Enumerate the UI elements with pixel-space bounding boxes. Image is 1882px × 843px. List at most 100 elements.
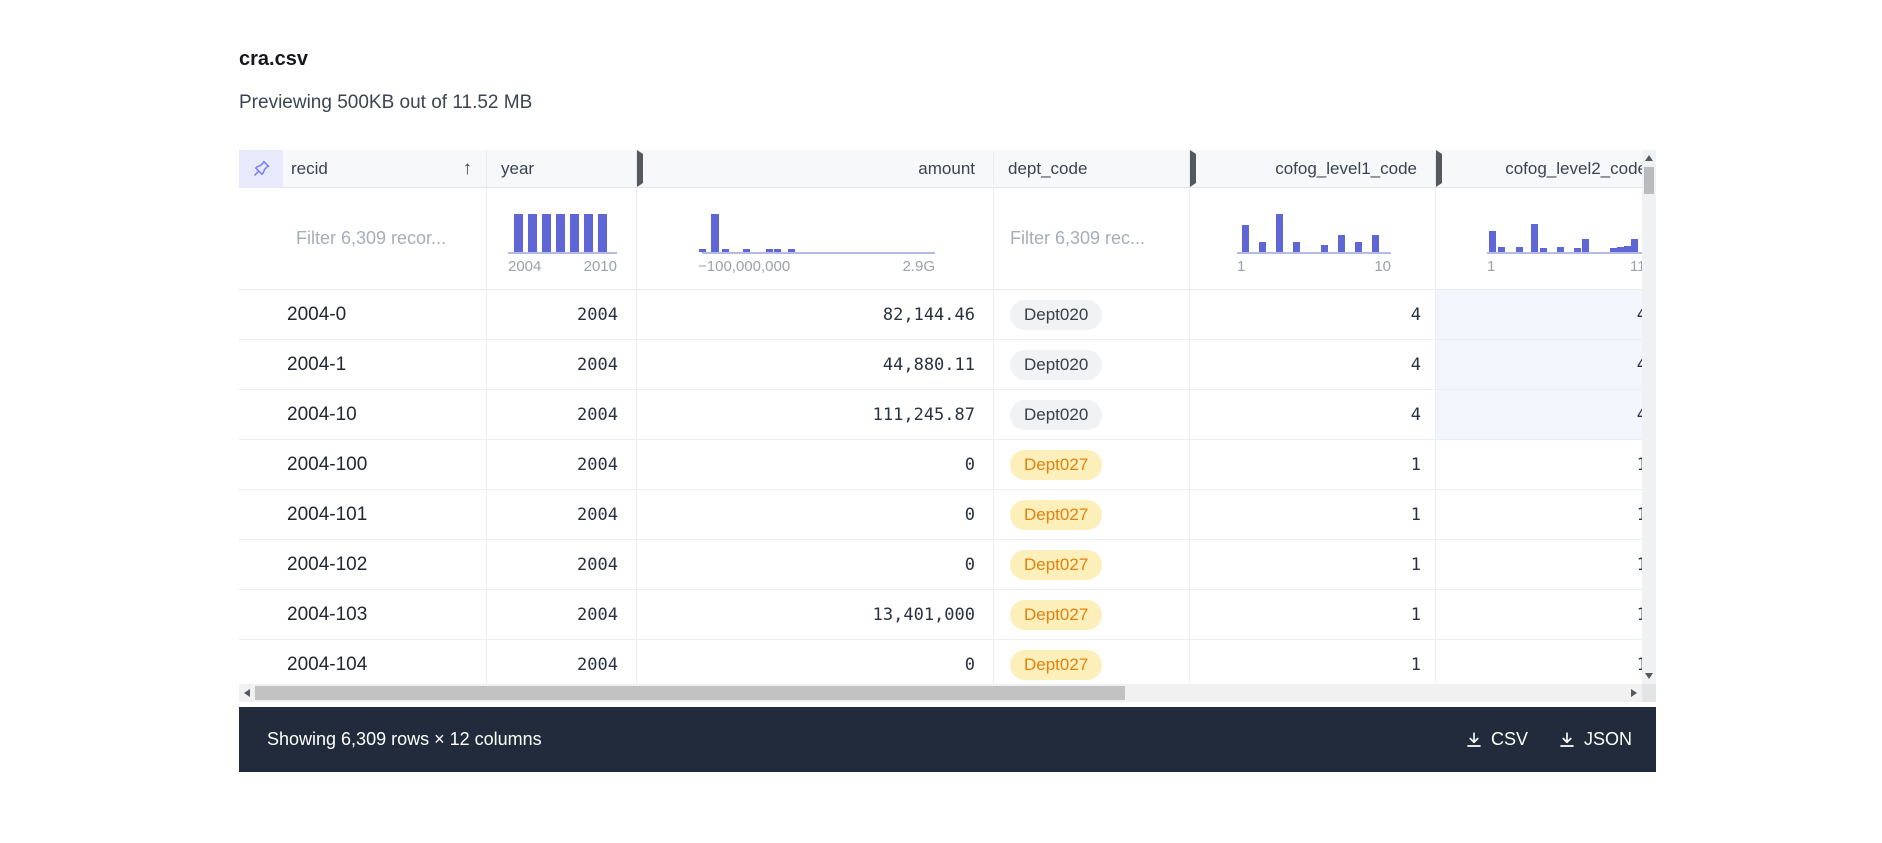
csv-preview-app: cra.csv Previewing 500KB out of 11.52 MB… [0,0,1882,843]
cell-recid: 2004-10 [239,390,487,439]
row-column-count: Showing 6,309 rows × 12 columns [267,729,1435,750]
download-icon [1558,731,1576,749]
cell-cofog-level2-code: 4 [1436,340,1656,389]
cell-recid: 2004-1 [239,340,487,389]
pin-icon[interactable] [239,150,283,188]
table-body: 2004-0 2004 82,144.46 Dept020 4 4 2004-1… [239,290,1656,690]
dept-code-badge: Dept027 [1010,550,1102,580]
column-header-recid[interactable]: recid ↑ [239,150,487,187]
cell-dept-code: Dept027 [994,640,1190,689]
cofog-level1-histogram[interactable]: 110 [1190,188,1435,289]
filter-cell-cofog-level2: 111 [1436,188,1656,289]
column-label: recid [291,159,463,179]
cell-recid: 2004-0 [239,290,487,339]
cell-cofog-level2-code: 1 [1436,640,1656,689]
cell-year: 2004 [487,490,637,539]
amount-histogram[interactable]: −100,000,0002.9G [637,188,993,289]
cell-cofog-level1-code: 1 [1190,590,1436,639]
dept-code-badge: Dept027 [1010,600,1102,630]
column-header-year[interactable]: year [487,150,637,187]
column-header-cofog-level1-code[interactable]: cofog_level1_code [1190,150,1436,187]
column-header-cofog-level2-code[interactable]: cofog_level2_code [1436,150,1656,187]
filter-cell-year: 20042010 [487,188,637,289]
data-table: recid ↑ year amount dept_code cofog_leve… [239,150,1656,702]
cell-recid: 2004-101 [239,490,487,539]
column-label: cofog_level1_code [1275,159,1417,179]
recid-filter-input[interactable] [239,188,486,289]
cell-amount: 0 [637,640,994,689]
sort-ascending-icon[interactable]: ↑ [463,158,473,180]
filter-cell-cofog-level1: 110 [1190,188,1436,289]
year-histogram[interactable]: 20042010 [487,188,636,289]
filter-cell-recid [239,188,487,289]
vertical-scrollbar[interactable] [1642,150,1656,684]
filter-cell-dept-code [994,188,1190,289]
cell-cofog-level2-code: 1 [1436,540,1656,589]
cell-dept-code: Dept027 [994,440,1190,489]
cell-amount: 0 [637,440,994,489]
cell-cofog-level1-code: 1 [1190,490,1436,539]
cell-dept-code: Dept020 [994,290,1190,339]
cell-dept-code: Dept027 [994,490,1190,539]
table-row: 2004-102 2004 0 Dept027 1 1 [239,540,1656,590]
scrollbar-corner [1642,684,1656,702]
file-title: cra.csv [239,48,308,71]
cell-cofog-level2-code: 1 [1436,590,1656,639]
table-row: 2004-101 2004 0 Dept027 1 1 [239,490,1656,540]
cell-recid: 2004-102 [239,540,487,589]
dept-code-badge: Dept027 [1010,650,1102,680]
cell-cofog-level2-code: 4 [1436,390,1656,439]
cell-amount: 13,401,000 [637,590,994,639]
scroll-down-arrow-icon[interactable] [1645,673,1653,679]
cell-recid: 2004-103 [239,590,487,639]
cell-cofog-level2-code: 1 [1436,490,1656,539]
cell-dept-code: Dept027 [994,590,1190,639]
column-header-amount[interactable]: amount [637,150,994,187]
dept-code-badge: Dept020 [1010,300,1102,330]
vertical-scrollbar-thumb[interactable] [1644,167,1654,194]
cell-cofog-level1-code: 4 [1190,390,1436,439]
scroll-right-arrow-icon[interactable] [1631,689,1637,697]
dept-code-badge: Dept020 [1010,350,1102,380]
scroll-up-arrow-icon[interactable] [1645,155,1653,161]
cell-year: 2004 [487,640,637,689]
cell-amount: 44,880.11 [637,340,994,389]
preview-size-info: Previewing 500KB out of 11.52 MB [239,92,532,114]
dept-code-badge: Dept020 [1010,400,1102,430]
cell-dept-code: Dept027 [994,540,1190,589]
column-label: cofog_level2_code [1505,159,1647,179]
dept-code-badge: Dept027 [1010,500,1102,530]
horizontal-scrollbar[interactable] [239,684,1642,702]
cell-year: 2004 [487,340,637,389]
scroll-left-arrow-icon[interactable] [244,689,250,697]
horizontal-scrollbar-thumb[interactable] [255,686,1125,700]
dept-code-badge: Dept027 [1010,450,1102,480]
column-header-dept-code[interactable]: dept_code [994,150,1190,187]
download-icon [1465,731,1483,749]
cell-cofog-level1-code: 1 [1190,440,1436,489]
cell-amount: 0 [637,540,994,589]
download-csv-button[interactable]: CSV [1465,729,1528,750]
cell-recid: 2004-100 [239,440,487,489]
cell-amount: 82,144.46 [637,290,994,339]
filter-row: 20042010 −100,000,0002.9G 110 111 [239,188,1656,290]
cell-dept-code: Dept020 [994,390,1190,439]
cell-amount: 0 [637,490,994,539]
cell-dept-code: Dept020 [994,340,1190,389]
cell-cofog-level1-code: 1 [1190,540,1436,589]
download-json-button[interactable]: JSON [1558,729,1632,750]
table-row: 2004-104 2004 0 Dept027 1 1 [239,640,1656,690]
dept-code-filter-input[interactable] [994,188,1189,289]
cell-year: 2004 [487,540,637,589]
cell-year: 2004 [487,590,637,639]
table-row: 2004-1 2004 44,880.11 Dept020 4 4 [239,340,1656,390]
cell-amount: 111,245.87 [637,390,994,439]
cell-cofog-level1-code: 4 [1190,340,1436,389]
cell-cofog-level2-code: 4 [1436,290,1656,339]
cofog-level2-histogram[interactable]: 111 [1436,188,1656,289]
table-row: 2004-0 2004 82,144.46 Dept020 4 4 [239,290,1656,340]
status-bar: Showing 6,309 rows × 12 columns CSV JSON [239,707,1656,772]
table-row: 2004-103 2004 13,401,000 Dept027 1 1 [239,590,1656,640]
cell-year: 2004 [487,290,637,339]
cell-cofog-level1-code: 1 [1190,640,1436,689]
